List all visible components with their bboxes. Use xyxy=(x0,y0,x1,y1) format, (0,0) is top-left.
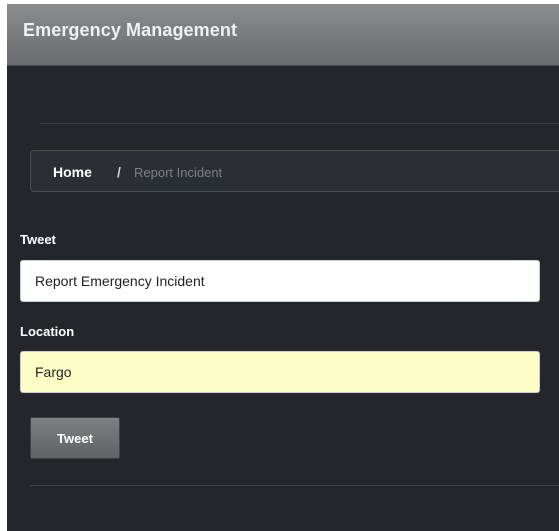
tweet-button[interactable]: Tweet xyxy=(30,417,120,459)
app-window: Emergency Management Home / Report Incid… xyxy=(7,4,559,531)
tweet-input[interactable] xyxy=(20,260,540,302)
app-title: Emergency Management xyxy=(23,20,238,40)
breadcrumb: Home / Report Incident xyxy=(30,150,559,192)
app-header: Emergency Management xyxy=(7,4,559,66)
tweet-label: Tweet xyxy=(20,232,56,247)
breadcrumb-current: Report Incident xyxy=(134,165,223,180)
location-label: Location xyxy=(20,324,75,339)
top-divider xyxy=(40,123,559,124)
breadcrumb-separator: / xyxy=(117,164,121,180)
location-input[interactable] xyxy=(20,351,540,393)
bottom-divider xyxy=(30,485,559,486)
breadcrumb-home-link[interactable]: Home xyxy=(53,164,92,180)
